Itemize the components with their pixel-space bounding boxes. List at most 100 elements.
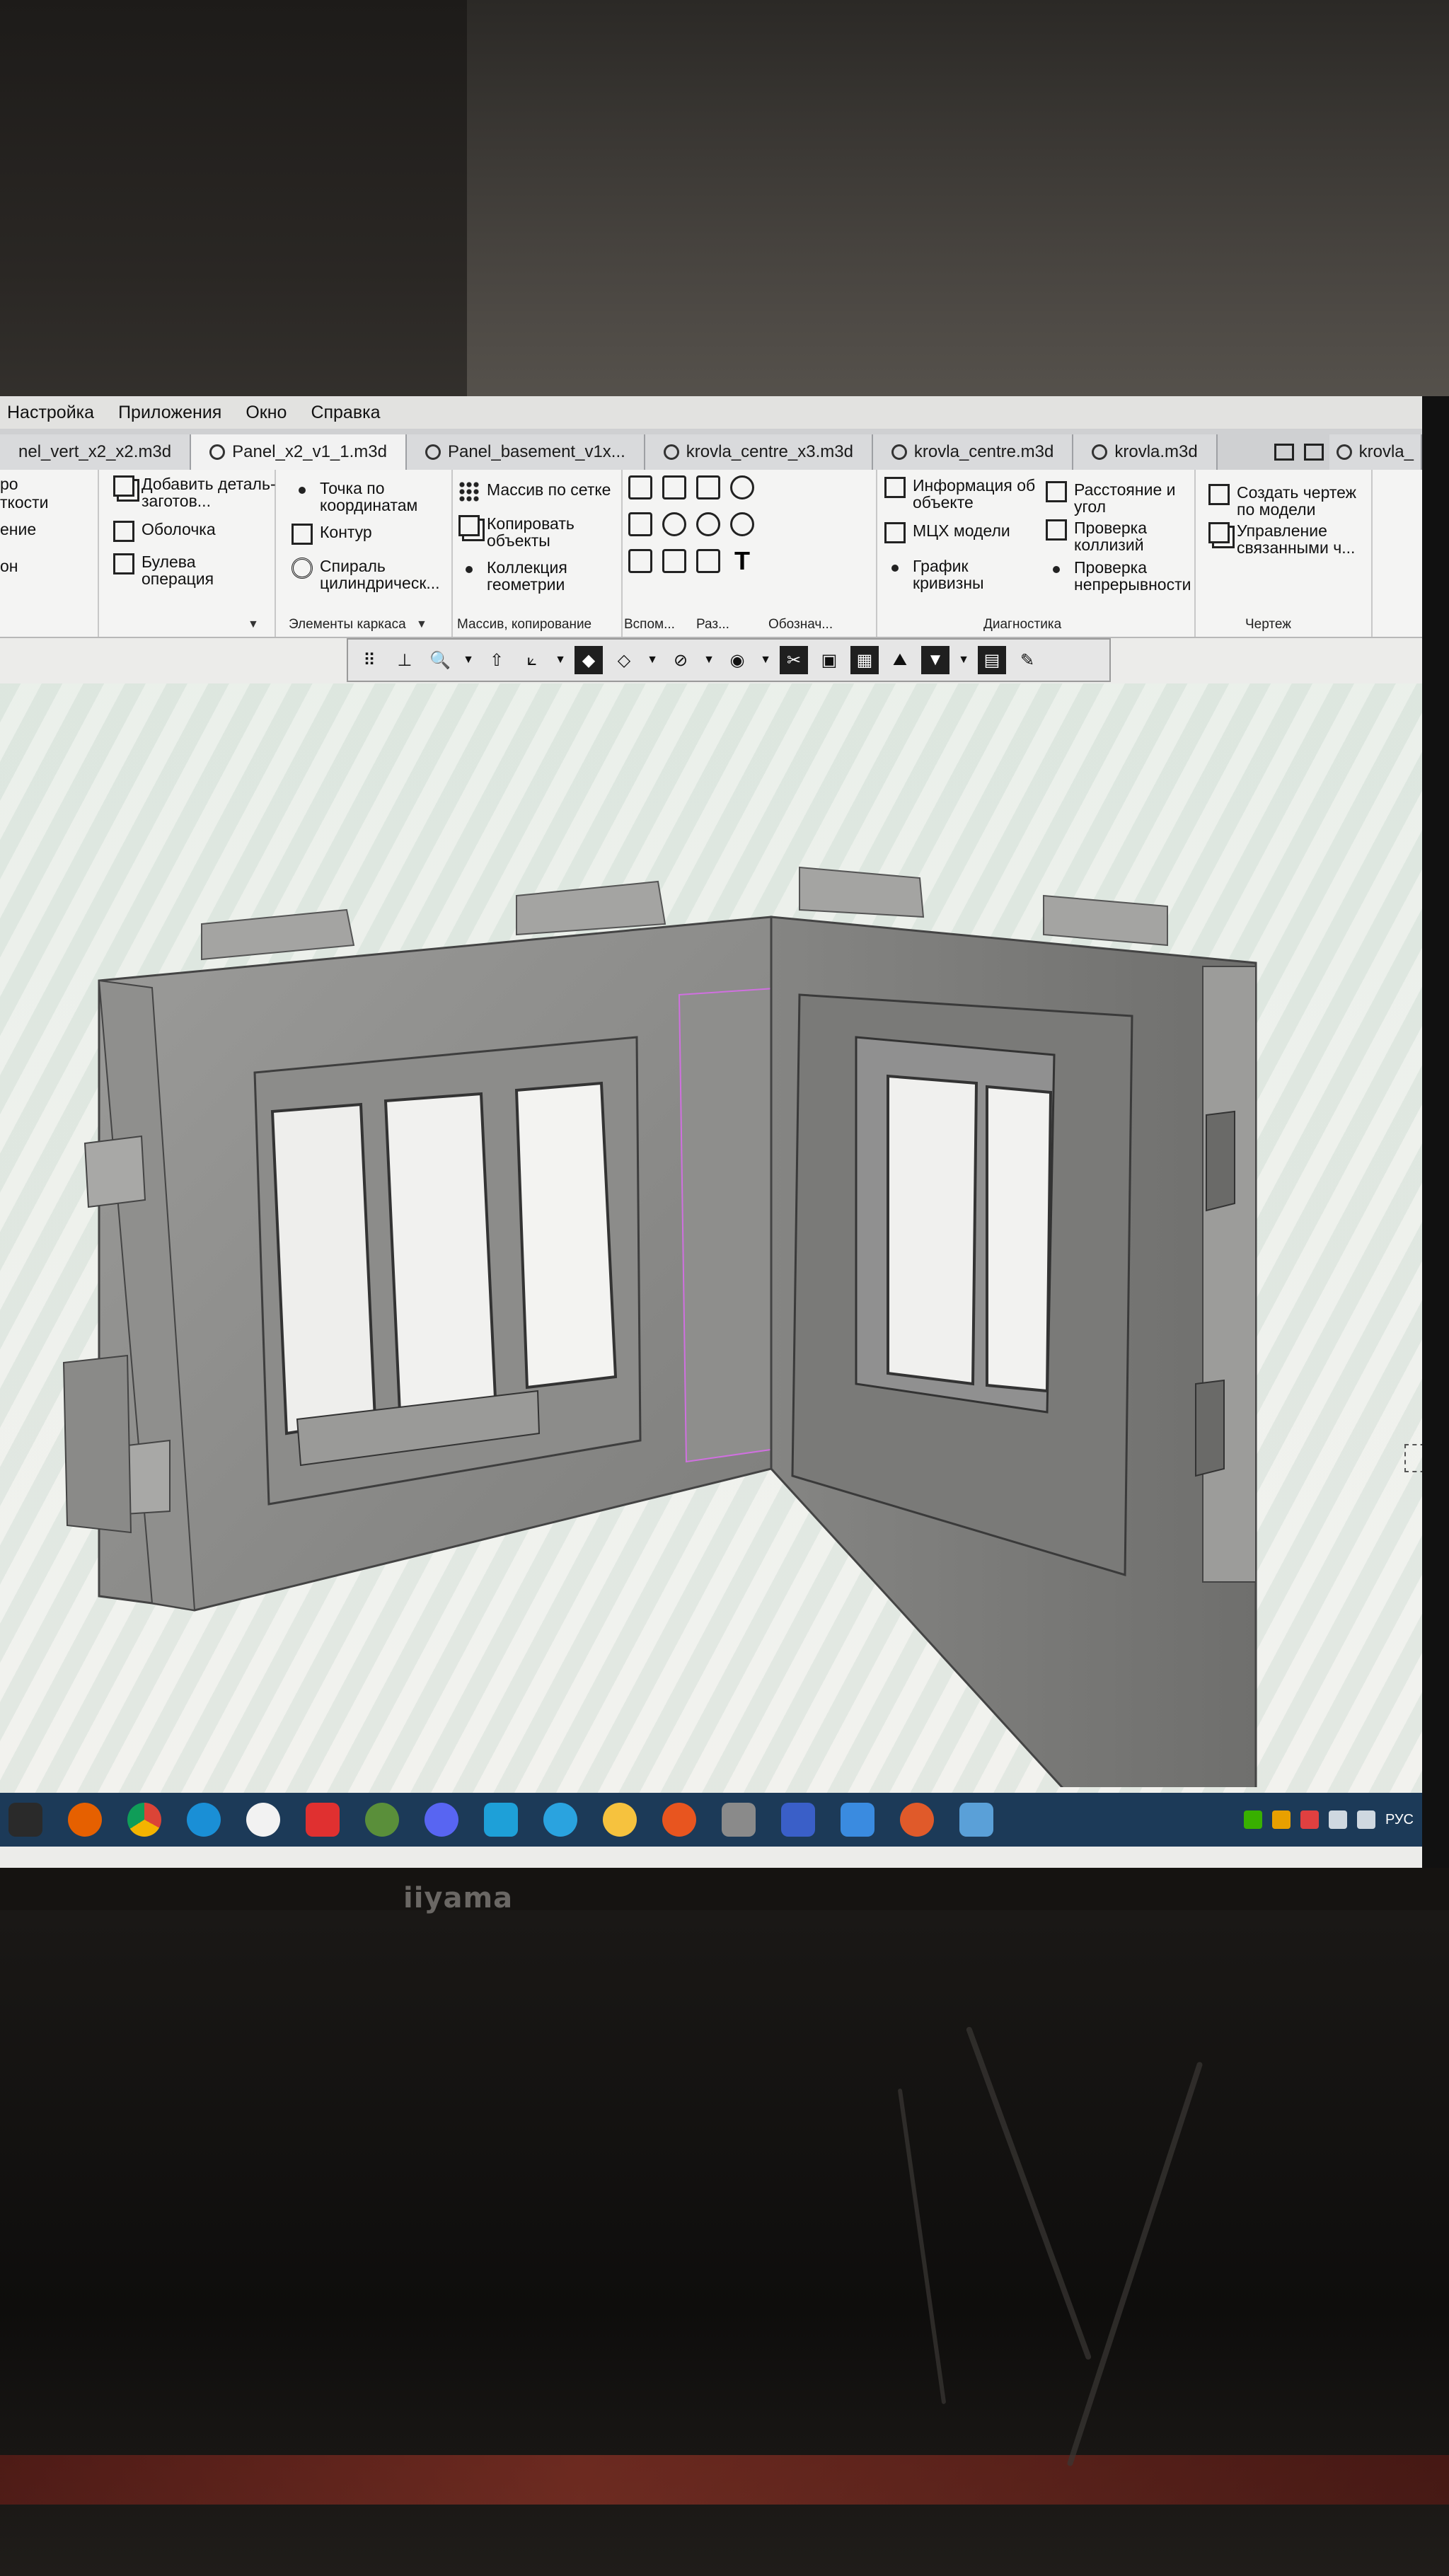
orient-icon[interactable]: ⟀ — [518, 646, 546, 674]
chevron-down-icon[interactable]: ▼ — [702, 646, 716, 674]
app-icon-3[interactable] — [841, 1803, 874, 1837]
network-icon[interactable] — [1328, 1810, 1347, 1829]
curvature-graph-button[interactable]: График кривизны — [884, 558, 998, 591]
kompas-icon[interactable] — [900, 1803, 934, 1837]
tab-doc-5[interactable]: krovla_centre.m3d — [872, 434, 1074, 470]
distance-angle-button[interactable]: Расстояние и угол — [1046, 481, 1180, 515]
grip-icon[interactable]: ⠿ — [355, 646, 383, 674]
ribbon-partial-3[interactable]: ение — [0, 521, 36, 538]
telegram-icon[interactable] — [543, 1803, 577, 1837]
ribbon-partial-4[interactable]: он — [0, 558, 18, 574]
chevron-down-icon[interactable]: ▼ — [645, 646, 659, 674]
tab-doc-4[interactable]: krovla_centre_x3.m3d — [645, 434, 873, 470]
ribbon-label: Оболочка — [142, 520, 216, 538]
ribbon-partial-2[interactable]: ткости — [0, 494, 49, 511]
language-indicator[interactable]: РУС — [1385, 1812, 1414, 1828]
tab-doc-3[interactable]: Panel_basement_v1x... — [406, 434, 645, 470]
point-by-coords-button[interactable]: Точка по координатам — [291, 480, 440, 514]
pan-icon[interactable]: ⇧ — [483, 646, 511, 674]
chevron-down-icon[interactable]: ▼ — [758, 646, 773, 674]
tab-doc-2[interactable]: Panel_x2_v1_1.m3d — [191, 434, 407, 470]
layers-icon[interactable]: ▣ — [815, 646, 843, 674]
manage-linked-button[interactable]: Управление связанными ч... — [1208, 522, 1371, 556]
ribbon-group-drawing: Создать чертеж по модели Управление связ… — [1203, 470, 1373, 637]
ribbon-partial-1[interactable]: ро — [0, 475, 18, 492]
spiral-button[interactable]: Спираль цилиндрическ... — [291, 558, 447, 591]
firefox-icon[interactable] — [68, 1803, 102, 1837]
geometry-collection-button[interactable]: Коллекция геометрии — [458, 559, 586, 593]
menu-applications[interactable]: Приложения — [118, 403, 221, 423]
zoom-icon[interactable]: 🔍 — [426, 646, 454, 674]
volume-icon[interactable] — [1356, 1810, 1375, 1829]
point-3d-icon[interactable] — [662, 512, 686, 536]
restore-icon[interactable] — [1274, 444, 1294, 461]
chevron-down-icon[interactable]: ▼ — [957, 646, 971, 674]
music-icon[interactable] — [603, 1803, 637, 1837]
offset-plane-icon[interactable] — [628, 512, 652, 536]
perspective-icon[interactable]: ▦ — [850, 646, 879, 674]
screenshot-icon[interactable] — [1303, 444, 1324, 461]
discord-icon[interactable] — [425, 1803, 458, 1837]
shaded-view-icon[interactable]: ◆ — [575, 646, 603, 674]
hide-icon[interactable]: ⊘ — [666, 646, 695, 674]
tray-app-icon[interactable] — [1243, 1810, 1262, 1829]
grid-array-button[interactable]: Массив по сетке — [458, 481, 611, 502]
app-icon[interactable] — [365, 1803, 399, 1837]
continuity-check-button[interactable]: Проверка непрерывности — [1046, 559, 1201, 593]
text-icon[interactable]: T — [730, 548, 754, 574]
game-icon[interactable] — [662, 1803, 696, 1837]
tab-doc-6[interactable]: krovla.m3d — [1073, 434, 1218, 470]
expand-chevron-icon[interactable]: ▼ — [248, 618, 259, 631]
contour-button[interactable]: Контур — [291, 524, 372, 545]
tab-doc-1[interactable]: nel_vert_x2_x2.m3d — [0, 434, 192, 470]
visibility-icon[interactable]: ◉ — [723, 646, 751, 674]
hole-icon[interactable] — [730, 475, 754, 499]
model-icon — [209, 444, 226, 460]
copy-objects-button[interactable]: Копировать объекты — [458, 515, 586, 549]
ribbon-group-bodies: Добавить деталь-заготов... Оболочка Буле… — [106, 470, 276, 637]
boolean-button[interactable]: Булева операция — [113, 553, 226, 587]
wireframe-icon[interactable]: ◇ — [610, 646, 638, 674]
add-blank-button[interactable]: Добавить деталь-заготов... — [113, 475, 276, 509]
mass-properties-button[interactable]: МЦХ модели — [884, 522, 1010, 543]
object-info-button[interactable]: Информация об объекте — [884, 477, 1040, 511]
tray-app-icon[interactable] — [1300, 1810, 1319, 1829]
chevron-down-icon[interactable]: ▼ — [553, 646, 567, 674]
menu-window[interactable]: Окно — [246, 403, 287, 423]
render-icon[interactable]: ⛰ — [886, 646, 914, 674]
chevron-down-icon[interactable]: ▼ — [461, 646, 475, 674]
line-icon[interactable] — [628, 549, 652, 573]
create-drawing-button[interactable]: Создать чертеж по модели — [1208, 484, 1371, 518]
yandex-browser-icon[interactable] — [246, 1803, 280, 1837]
3d-viewport[interactable] — [0, 683, 1433, 1815]
expand-chevron-icon[interactable]: ▼ — [416, 618, 427, 631]
app-icon-2[interactable] — [781, 1803, 815, 1837]
axis-icon[interactable] — [662, 475, 686, 499]
roughness-icon[interactable] — [696, 549, 720, 573]
plane-icon[interactable] — [628, 475, 652, 499]
edge-icon[interactable] — [187, 1803, 221, 1837]
epic-games-icon[interactable] — [8, 1803, 42, 1837]
tray-app-icon[interactable] — [1271, 1810, 1291, 1829]
shield-app-icon[interactable] — [722, 1803, 756, 1837]
model-icon — [1336, 444, 1352, 460]
filter-icon[interactable]: ▼ — [921, 646, 949, 674]
kompas-3d-icon[interactable] — [959, 1803, 993, 1837]
yandex-icon[interactable] — [306, 1803, 340, 1837]
store-icon[interactable] — [484, 1803, 518, 1837]
coordinate-system-icon[interactable]: ⊥ — [391, 646, 419, 674]
pipette-icon[interactable]: ✎ — [1013, 646, 1041, 674]
measure-icon[interactable]: ▤ — [978, 646, 1006, 674]
section-icon[interactable]: ✂ — [780, 646, 808, 674]
ribbon-label: Проверка непрерывности — [1074, 558, 1191, 594]
tab-doc-7[interactable]: krovla_ — [1329, 434, 1422, 470]
sketch-icon[interactable] — [696, 475, 720, 499]
mark-icon[interactable] — [730, 512, 754, 536]
shell-button[interactable]: Оболочка — [113, 521, 216, 542]
menu-help[interactable]: Справка — [311, 403, 380, 423]
chrome-icon[interactable] — [127, 1803, 161, 1837]
dimension-icon[interactable] — [662, 549, 686, 573]
menu-settings[interactable]: Настройка — [7, 403, 94, 423]
collision-check-button[interactable]: Проверка коллизий — [1046, 519, 1159, 553]
thread-icon[interactable] — [696, 512, 720, 536]
